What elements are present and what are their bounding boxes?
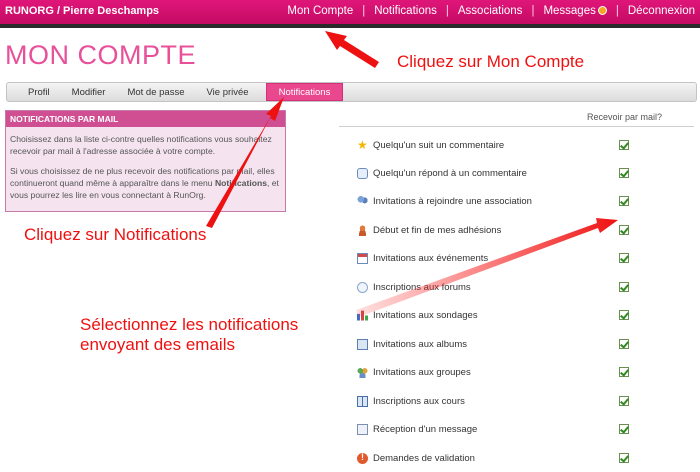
info-box-body: Choisissez dans la liste ci-contre quell… [6, 127, 285, 201]
book-icon [357, 395, 368, 407]
tab-bar: Profil Modifier Mot de passe Vie privée … [6, 82, 697, 102]
list-item-label: Quelqu'un suit un commentaire [373, 139, 505, 151]
info-box: NOTIFICATIONS PAR MAIL Choisissez dans l… [5, 110, 286, 212]
list-item: Demandes de validation [357, 450, 697, 466]
info-paragraph-2: Si vous choisissez de ne plus recevoir d… [10, 165, 281, 201]
annotation-select: Sélectionnez les notifications envoyant … [80, 315, 298, 355]
list-divider [339, 126, 694, 127]
list-item-label: Début et fin de mes adhésions [373, 224, 502, 236]
nav-separator: | [615, 5, 619, 17]
annotation-select-line-1: Sélectionnez les notifications [80, 315, 299, 334]
top-bar-shadow [0, 24, 700, 28]
info-paragraph-1: Choisissez dans la liste ci-contre quell… [10, 134, 272, 156]
list-item-label: Invitations aux albums [373, 338, 467, 350]
nav-associations[interactable]: Associations [458, 5, 523, 17]
list-item: Inscriptions aux forums [357, 279, 697, 295]
mail-icon [357, 423, 368, 435]
alert-icon [357, 452, 368, 464]
annotation-mon-compte: Cliquez sur Mon Compte [397, 52, 585, 71]
nav-messages[interactable]: Messages [543, 5, 607, 17]
nav-separator: | [531, 5, 535, 17]
tab-notifications[interactable]: Notifications [265, 83, 344, 101]
top-bar: RUNORG / Pierre Deschamps Mon Compte | N… [0, 0, 700, 24]
list-item-label: Invitations à rejoindre une association [373, 195, 532, 207]
list-item: Invitations à rejoindre une association [357, 193, 697, 209]
list-item-label: Réception d'un message [373, 423, 478, 435]
mail-checkbox[interactable] [619, 396, 629, 406]
info-notifications-link: Notifications [214, 178, 267, 188]
list-item: Invitations aux albums [357, 336, 697, 352]
tab-mot-de-passe[interactable]: Mot de passe [116, 83, 195, 101]
mail-checkbox[interactable] [619, 282, 629, 292]
list-item: Invitations aux groupes [357, 364, 697, 380]
info-box-title: NOTIFICATIONS PAR MAIL [6, 111, 285, 127]
list-item-label: Invitations aux groupes [373, 366, 471, 378]
list-item: Réception d'un message [357, 421, 697, 437]
list-item: Invitations aux sondages [357, 307, 697, 323]
mail-checkbox[interactable] [619, 168, 629, 178]
list-item: Invitations aux événements [357, 250, 697, 266]
nav-separator: | [445, 5, 449, 17]
user-icon [357, 224, 368, 236]
mail-checkbox[interactable] [619, 140, 629, 150]
group-icon [357, 366, 368, 378]
brand-title: RUNORG / Pierre Deschamps [5, 5, 160, 17]
list-item-label: Invitations aux événements [373, 252, 489, 264]
calendar-icon [357, 252, 368, 264]
list-item-label: Inscriptions aux forums [373, 281, 471, 293]
annotation-select-line-2: envoyant des emails [80, 335, 235, 354]
list-item-label: Quelqu'un répond à un commentaire [373, 167, 527, 179]
list-item: Début et fin de mes adhésions [357, 222, 697, 238]
album-icon [357, 338, 368, 350]
people-icon [357, 195, 368, 207]
nav-messages-label: Messages [543, 5, 596, 17]
comment-icon [357, 167, 368, 179]
nav-mon-compte[interactable]: Mon Compte [287, 5, 353, 17]
column-header: Recevoir par mail? [587, 112, 663, 122]
mail-checkbox[interactable] [619, 196, 629, 206]
mail-checkbox[interactable] [619, 253, 629, 263]
tab-vie-privee[interactable]: Vie privée [196, 83, 260, 101]
list-item-label: Inscriptions aux cours [373, 395, 465, 407]
list-item-label: Demandes de validation [373, 452, 475, 464]
poll-icon [357, 310, 368, 321]
nav-notifications[interactable]: Notifications [374, 5, 437, 17]
list-item: Inscriptions aux cours [357, 393, 697, 409]
list-item-label: Invitations aux sondages [373, 309, 478, 321]
page-title: MON COMPTE [5, 40, 196, 70]
nav-separator: | [362, 5, 366, 17]
top-nav: Mon Compte | Notifications | Association… [287, 5, 695, 17]
tab-modifier[interactable]: Modifier [61, 83, 117, 101]
nav-deconnexion[interactable]: Déconnexion [628, 5, 695, 17]
list-item: ★ Quelqu'un suit un commentaire [357, 137, 697, 153]
tab-profil[interactable]: Profil [17, 83, 61, 101]
forum-icon [357, 281, 368, 293]
arrow-to-mon-compte [325, 31, 379, 68]
mail-checkbox[interactable] [619, 225, 629, 235]
mail-checkbox[interactable] [619, 367, 629, 377]
list-item: Quelqu'un répond à un commentaire [357, 165, 697, 181]
mail-checkbox[interactable] [619, 453, 629, 463]
mail-checkbox[interactable] [619, 424, 629, 434]
message-badge-icon [597, 6, 607, 15]
mail-checkbox[interactable] [619, 339, 629, 349]
star-icon: ★ [357, 137, 368, 152]
mail-checkbox[interactable] [619, 310, 629, 320]
annotation-notifications: Cliquez sur Notifications [24, 225, 207, 244]
